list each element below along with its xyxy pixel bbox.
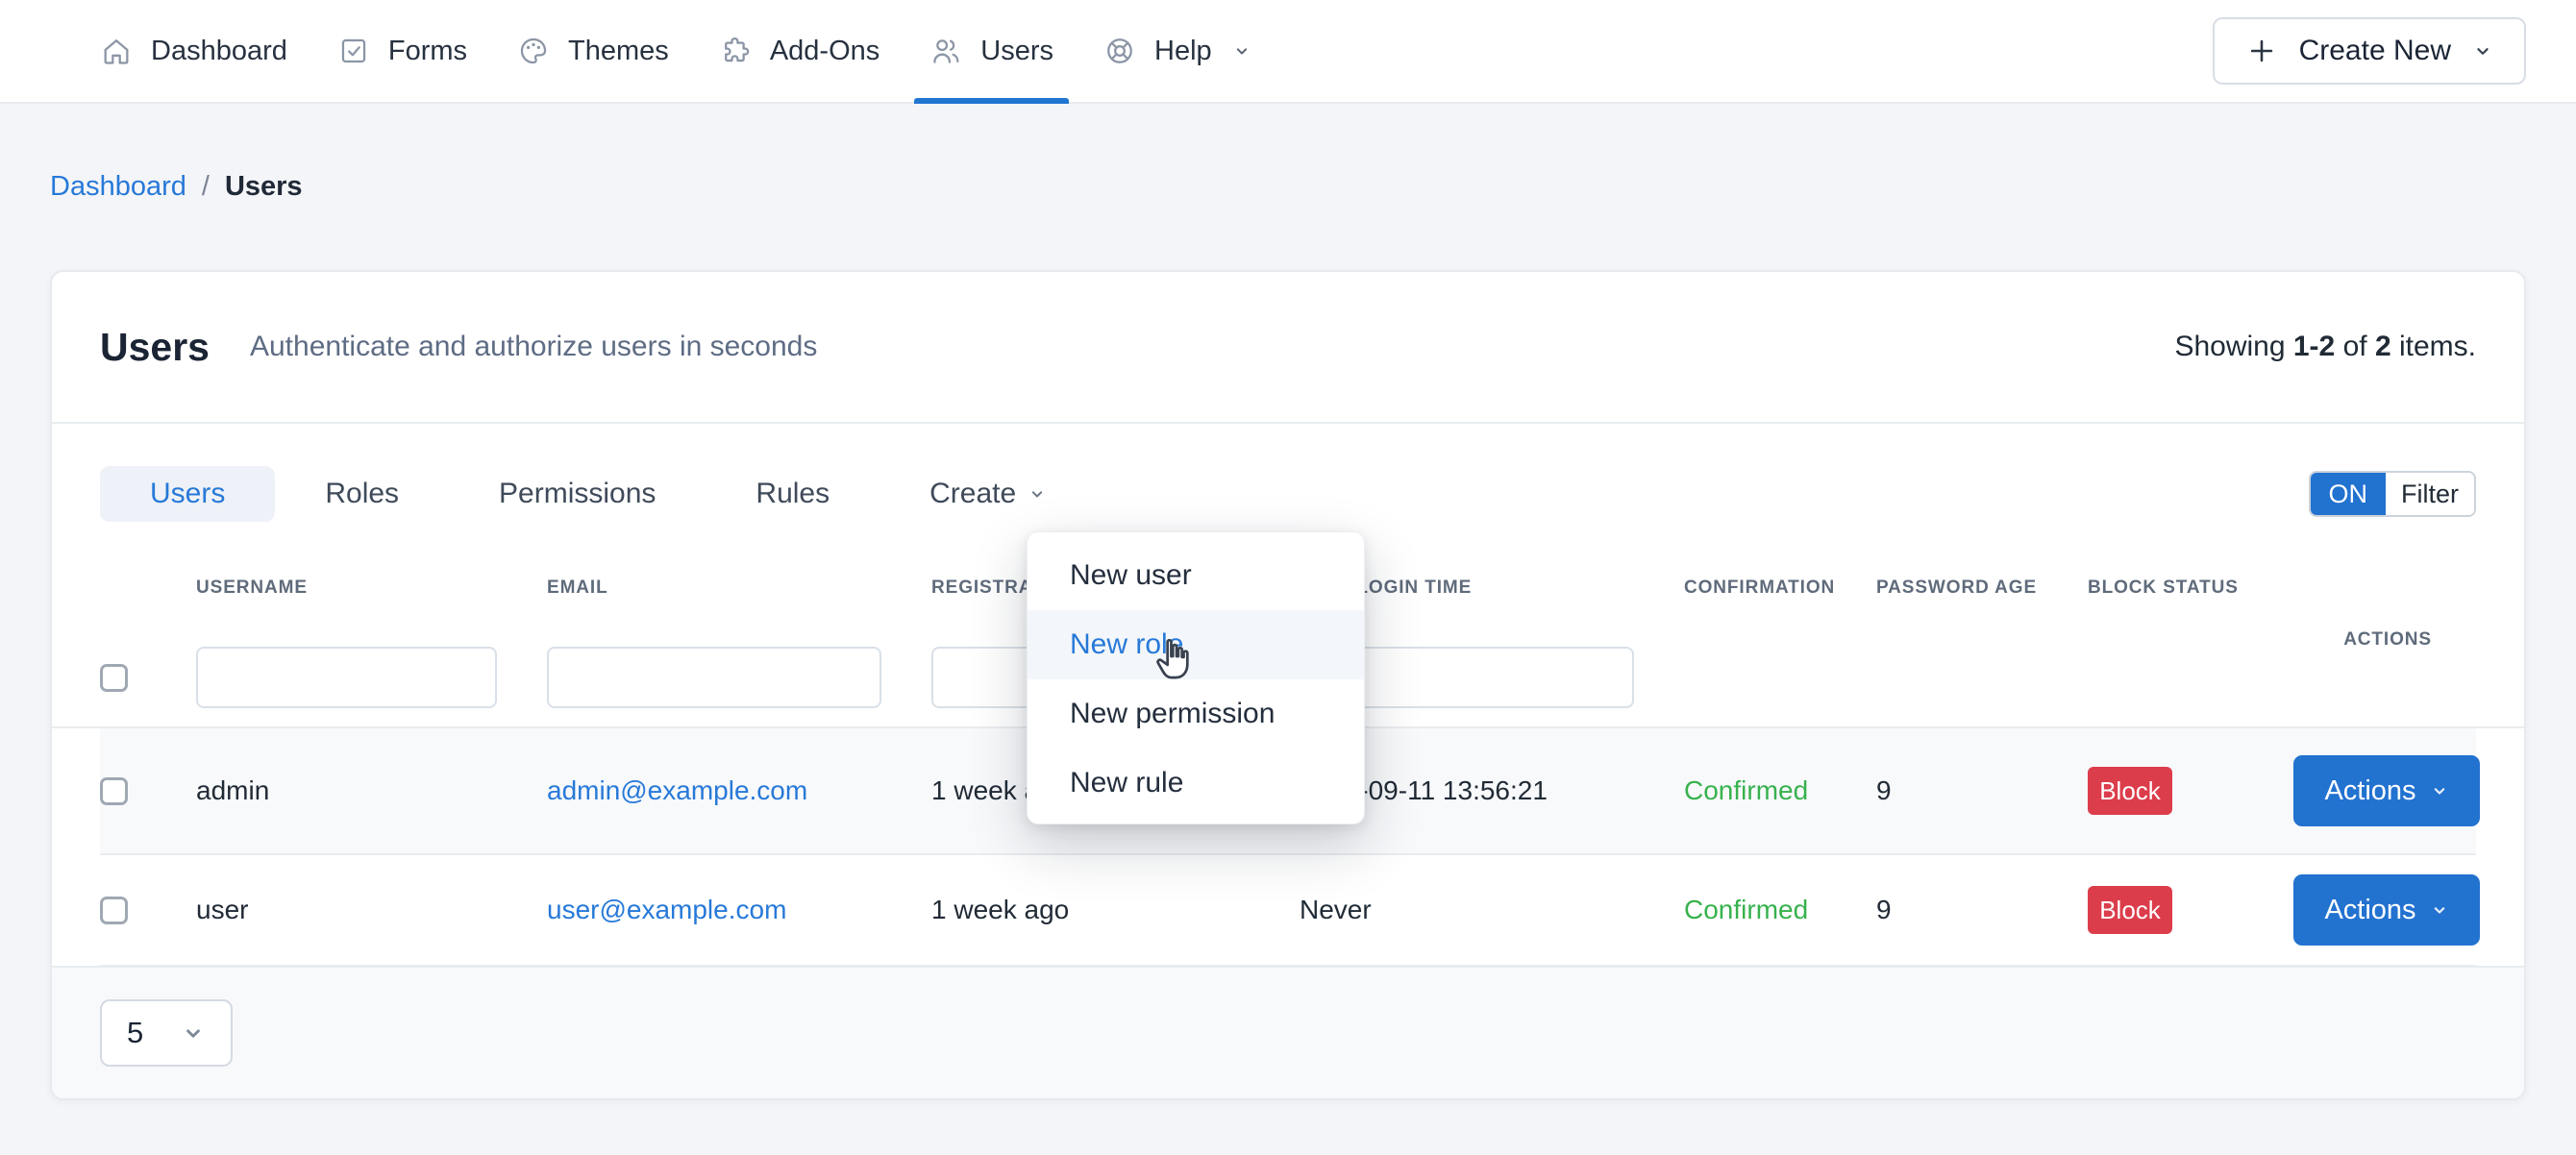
showing-total: 2 — [2375, 331, 2391, 362]
cell-password-age: 9 — [1876, 775, 2088, 806]
cell-confirmation-status: Confirmed — [1684, 895, 1876, 925]
puzzle-icon — [719, 35, 752, 67]
tab-create-dropdown[interactable]: Create — [879, 466, 1097, 522]
nav-item-forms[interactable]: Forms — [312, 0, 492, 102]
tab-bar: Users Roles Permissions Rules Create ON … — [52, 466, 2524, 522]
cell-username: admin — [196, 775, 547, 806]
breadcrumb-current: Users — [225, 171, 303, 203]
table-row-user: user user@example.com 1 week ago Never C… — [100, 855, 2476, 967]
column-header-password-age: PASSWORD AGE — [1876, 578, 2088, 599]
main-nav: Dashboard Forms Themes Add-Ons Users — [75, 0, 1276, 102]
palette-icon — [517, 35, 550, 67]
nav-item-help[interactable]: Help — [1078, 0, 1276, 102]
menu-item-new-rule[interactable]: New rule — [1028, 749, 1364, 818]
select-all-checkbox[interactable] — [100, 664, 128, 692]
cell-registration-time: 1 week ago — [931, 895, 1300, 925]
create-dropdown-menu: New user New role New permission New rul… — [1027, 531, 1365, 824]
cell-last-login-time: Never — [1300, 895, 1684, 925]
nav-label: Help — [1154, 36, 1212, 67]
chevron-down-icon — [1028, 484, 1047, 504]
menu-item-new-permission[interactable]: New permission — [1028, 679, 1364, 749]
chevron-down-icon — [2430, 900, 2449, 920]
nav-label: Dashboard — [151, 36, 287, 67]
chevron-down-icon — [181, 1020, 206, 1045]
breadcrumb-separator: / — [202, 171, 210, 203]
column-header-actions-wrap: ACTIONS — [2293, 570, 2480, 606]
cell-email-link[interactable]: user@example.com — [547, 895, 931, 925]
column-header-email: EMAIL — [547, 578, 931, 599]
actions-label: Actions — [2324, 775, 2415, 807]
nav-label: Add-Ons — [770, 36, 879, 67]
breadcrumb: Dashboard / Users — [50, 171, 303, 203]
nav-item-dashboard[interactable]: Dashboard — [75, 0, 312, 102]
showing-range: 1-2 — [2293, 331, 2335, 362]
showing-summary: Showing 1-2 of 2 items. — [2174, 331, 2476, 363]
page-size-value: 5 — [127, 1016, 143, 1050]
filter-toggle-label[interactable]: Filter — [2386, 473, 2474, 515]
showing-of: of — [2343, 331, 2367, 362]
username-filter-input[interactable] — [196, 647, 497, 708]
row-checkbox[interactable] — [100, 777, 128, 805]
menu-item-new-role[interactable]: New role — [1028, 610, 1364, 679]
nav-item-themes[interactable]: Themes — [492, 0, 694, 102]
tab-roles[interactable]: Roles — [275, 466, 449, 522]
page-subtitle: Authenticate and authorize users in seco… — [250, 331, 817, 363]
menu-item-new-user[interactable]: New user — [1028, 541, 1364, 610]
top-navigation-bar: Dashboard Forms Themes Add-Ons Users — [0, 0, 2576, 104]
tab-create-label: Create — [929, 478, 1016, 510]
column-header-block-status: BLOCK STATUS — [2088, 578, 2293, 599]
nav-label: Themes — [568, 36, 669, 67]
chevron-down-icon — [1232, 41, 1251, 61]
nav-label: Users — [980, 36, 1053, 67]
life-buoy-icon — [1103, 35, 1136, 67]
panel-footer: 5 — [52, 966, 2524, 1098]
users-icon — [929, 35, 962, 67]
filter-toggle-on[interactable]: ON — [2311, 473, 2387, 515]
tab-rules[interactable]: Rules — [706, 466, 879, 522]
plus-icon — [2245, 35, 2278, 67]
page-size-select[interactable]: 5 — [100, 999, 233, 1067]
check-square-icon — [337, 35, 370, 67]
panel-header: Users Authenticate and authorize users i… — [52, 272, 2524, 424]
chevron-down-icon — [2472, 40, 2493, 61]
row-checkbox[interactable] — [100, 897, 128, 924]
cell-confirmation-status: Confirmed — [1684, 775, 1876, 806]
breadcrumb-dashboard-link[interactable]: Dashboard — [50, 171, 186, 203]
nav-item-users[interactable]: Users — [904, 0, 1078, 102]
actions-button[interactable]: Actions — [2293, 874, 2480, 946]
column-header-actions: ACTIONS — [2343, 629, 2432, 651]
column-header-confirmation: CONFIRMATION — [1684, 578, 1876, 599]
home-icon — [100, 35, 133, 67]
tab-permissions[interactable]: Permissions — [449, 466, 706, 522]
cell-password-age: 9 — [1876, 895, 2088, 925]
cell-email-link[interactable]: admin@example.com — [547, 775, 931, 806]
block-button[interactable]: Block — [2088, 886, 2172, 934]
showing-suffix: items. — [2399, 331, 2476, 362]
filter-toggle[interactable]: ON Filter — [2309, 471, 2477, 517]
actions-button[interactable]: Actions — [2293, 755, 2480, 826]
create-new-label: Create New — [2299, 35, 2451, 67]
chevron-down-icon — [2430, 781, 2449, 800]
actions-label: Actions — [2324, 895, 2415, 926]
tab-users[interactable]: Users — [100, 466, 275, 522]
block-button[interactable]: Block — [2088, 767, 2172, 815]
create-new-button[interactable]: Create New — [2213, 17, 2526, 85]
page-title: Users — [100, 325, 210, 370]
nav-label: Forms — [388, 36, 467, 67]
nav-item-add-ons[interactable]: Add-Ons — [694, 0, 904, 102]
email-filter-input[interactable] — [547, 647, 881, 708]
showing-prefix: Showing — [2174, 331, 2285, 362]
cell-username: user — [196, 895, 547, 925]
column-header-username: USERNAME — [196, 578, 547, 599]
